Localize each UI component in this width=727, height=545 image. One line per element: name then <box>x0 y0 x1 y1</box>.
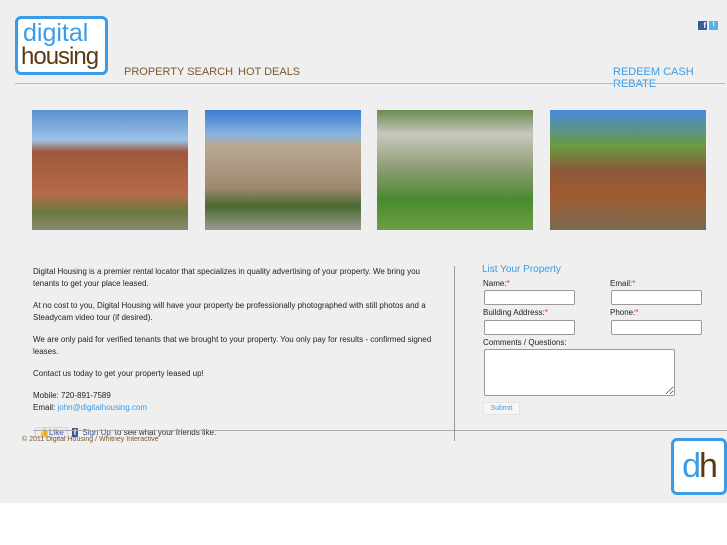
brick-house-photo <box>32 110 188 230</box>
email-label: Email: <box>33 403 56 412</box>
header-divider <box>15 83 725 84</box>
phone-label: Phone:* <box>610 308 639 317</box>
dh-badge-logo[interactable]: dh <box>671 438 727 495</box>
facebook-icon[interactable]: f <box>698 21 707 30</box>
column-divider <box>454 266 455 441</box>
name-input[interactable] <box>484 290 575 305</box>
email-input[interactable] <box>611 290 702 305</box>
logo-text-housing: housing <box>21 43 99 70</box>
email-link[interactable]: john@digitalhousing.com <box>57 403 147 412</box>
apartment-complex-photo <box>377 110 533 230</box>
gazebo-photo <box>550 110 706 230</box>
submit-button[interactable]: Submit <box>483 402 520 415</box>
address-input[interactable] <box>484 320 575 335</box>
content-divider <box>33 430 727 431</box>
nav-redeem-cash-rebate[interactable]: REDEEM CASH REBATE <box>613 66 727 90</box>
address-label: Building Address:* <box>483 308 548 317</box>
email-field-label: Email:* <box>610 279 636 288</box>
comments-textarea[interactable] <box>484 349 675 396</box>
about-paragraph: We are only paid for verified tenants th… <box>33 335 432 356</box>
footer-copyright: © 2011 Digital Housing / Whitney Interac… <box>22 436 159 443</box>
about-paragraph: Contact us today to get your property le… <box>33 369 204 378</box>
phone-input[interactable] <box>611 320 702 335</box>
about-paragraph: Digital Housing is a premier rental loca… <box>33 267 420 288</box>
comments-label: Comments / Questions: <box>483 338 567 347</box>
name-label: Name:* <box>483 279 510 288</box>
digital-housing-logo[interactable]: digital housing <box>15 16 108 75</box>
form-title: List Your Property <box>482 264 561 275</box>
nav-hot-deals[interactable]: HOT DEALS <box>238 66 300 78</box>
mobile-number: Mobile: 720-891-7589 <box>33 391 111 400</box>
about-text: Digital Housing is a premier rental loca… <box>33 266 443 414</box>
craftsman-house-photo <box>205 110 361 230</box>
nav-property-search[interactable]: PROPERTY SEARCH <box>124 66 233 78</box>
about-paragraph: At no cost to you, Digital Housing will … <box>33 301 426 322</box>
twitter-icon[interactable]: t <box>709 21 718 30</box>
